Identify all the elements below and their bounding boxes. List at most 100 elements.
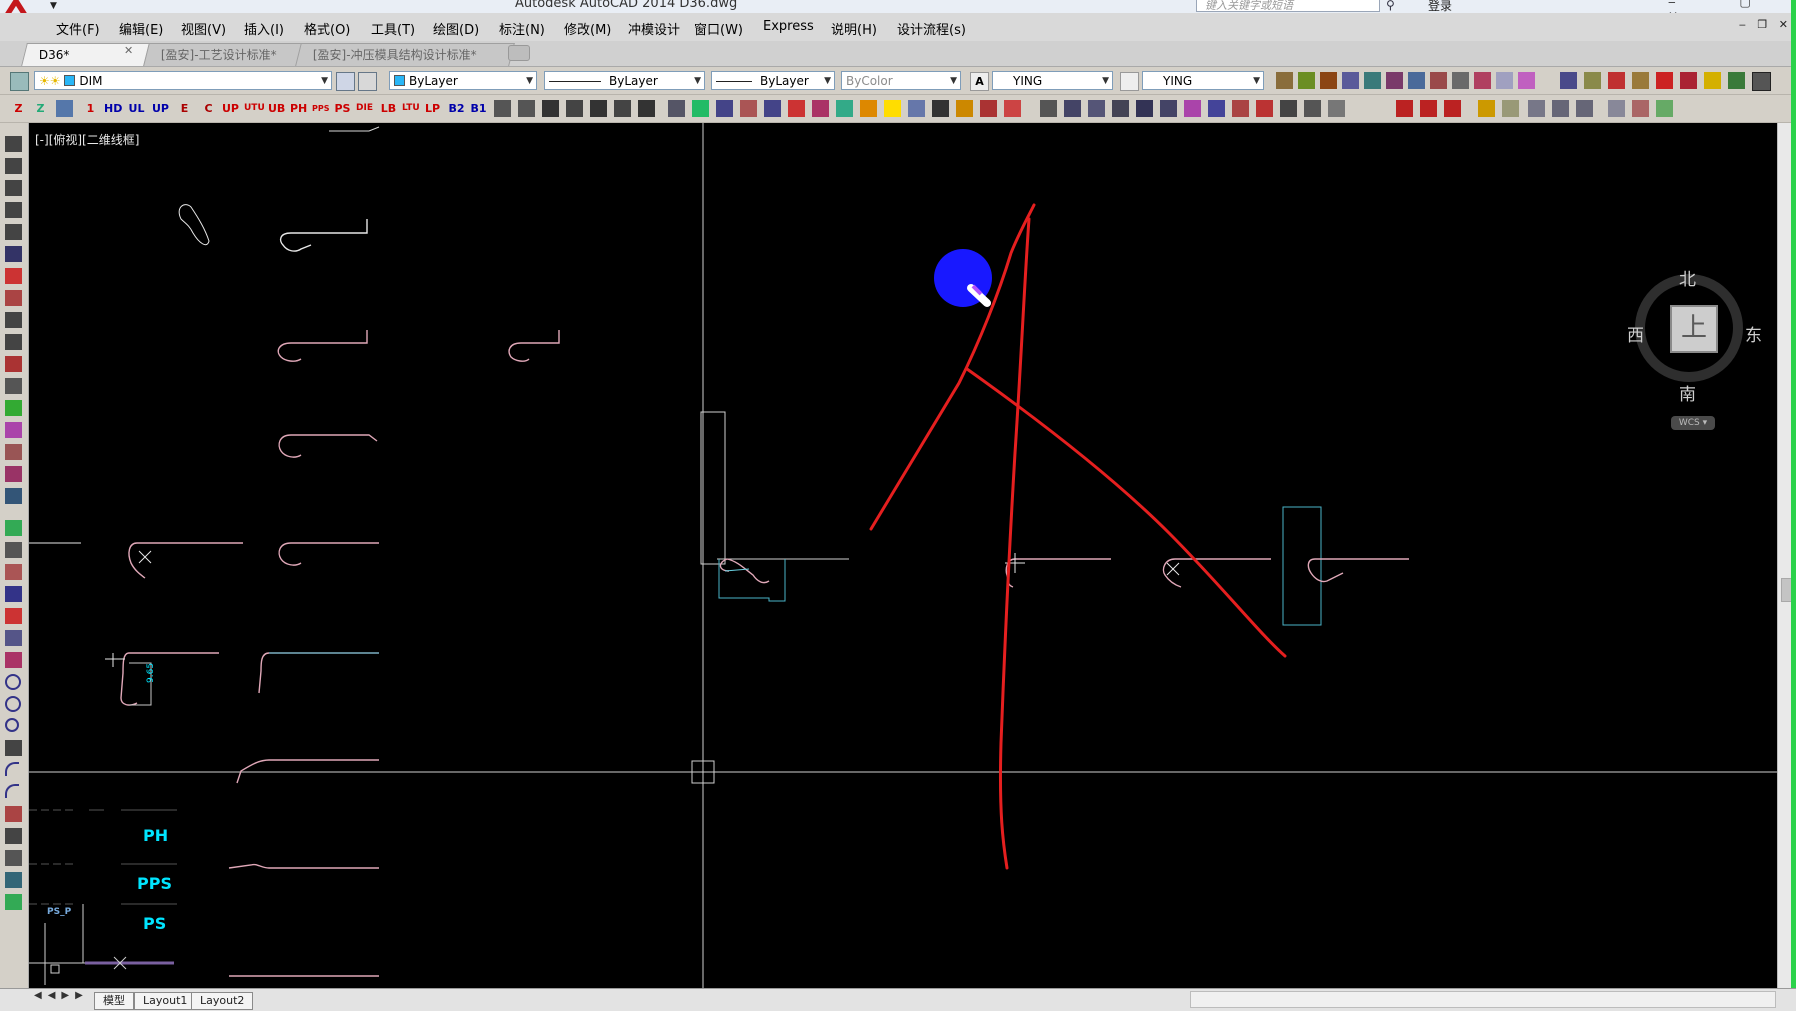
tool-icon[interactable]: [956, 100, 973, 117]
dim-style-icon[interactable]: [1120, 72, 1139, 91]
tool-icon[interactable]: [5, 652, 22, 668]
app-menu-button[interactable]: [2, 0, 30, 13]
tool-icon[interactable]: [1160, 100, 1177, 117]
menu-edit[interactable]: 编辑(E): [119, 19, 163, 38]
tool-icon[interactable]: [1728, 72, 1745, 89]
menu-help[interactable]: 说明(H): [831, 19, 877, 38]
window-controls[interactable]: ‒ ▢ ✕: [1668, 0, 1796, 13]
tool-ph-button[interactable]: PH: [290, 100, 307, 117]
tool-icon[interactable]: [5, 422, 22, 438]
tool-icon[interactable]: [5, 158, 22, 174]
tool-icon[interactable]: [1452, 72, 1469, 89]
tool-icon[interactable]: [1342, 72, 1359, 89]
tab-layout2[interactable]: Layout2: [191, 992, 254, 1010]
tab-process-standard[interactable]: [盈安]-工艺设计标准*: [143, 43, 319, 66]
drawing-canvas[interactable]: [-][俯视][二维线框] 9.65 PH PPS PS PS_P 上 北 南 …: [29, 123, 1777, 988]
tool-icon[interactable]: [1298, 72, 1315, 89]
tool-icon[interactable]: [1502, 100, 1519, 117]
menu-tools[interactable]: 工具(T): [371, 19, 415, 38]
tool-icon[interactable]: [5, 290, 22, 306]
tool-icon[interactable]: [1064, 100, 1081, 117]
tool-icon[interactable]: [1004, 100, 1021, 117]
viewcube-top[interactable]: 上: [1670, 305, 1718, 353]
menu-file[interactable]: 文件(F): [56, 19, 100, 38]
menu-insert[interactable]: 插入(I): [244, 19, 284, 38]
tool-icon[interactable]: [1364, 72, 1381, 89]
tool-icon[interactable]: [5, 356, 22, 372]
menu-draw[interactable]: 绘图(D): [433, 19, 479, 38]
tool-icon[interactable]: [1408, 72, 1425, 89]
menu-dimension[interactable]: 标注(N): [499, 19, 545, 38]
tool-icon[interactable]: [5, 136, 22, 152]
plotstyle-dropdown[interactable]: ByColor ▼: [841, 71, 961, 90]
tool-icon[interactable]: [812, 100, 829, 117]
layer-properties-icon[interactable]: [10, 72, 29, 91]
tool-icon[interactable]: [1752, 72, 1771, 91]
horizontal-scrollbar[interactable]: [1190, 991, 1776, 1008]
tool-b2-button[interactable]: B2: [448, 100, 465, 117]
tool-die-button[interactable]: DIE: [356, 100, 373, 117]
tool-icon[interactable]: [5, 400, 22, 416]
menu-modify[interactable]: 修改(M): [564, 19, 611, 38]
tool-icon[interactable]: [1304, 100, 1321, 117]
tool-icon[interactable]: [1420, 100, 1437, 117]
tool-icon[interactable]: [56, 100, 73, 117]
tool-icon[interactable]: [1632, 72, 1649, 89]
menu-express[interactable]: Express: [763, 19, 814, 34]
tool-icon[interactable]: [5, 586, 22, 602]
tool-icon[interactable]: [1560, 72, 1577, 89]
layer-dropdown[interactable]: ☀☀ DIM ▼: [34, 71, 332, 90]
arc-icon[interactable]: [5, 762, 19, 776]
viewcube-north[interactable]: 北: [1679, 265, 1696, 290]
tool-icon[interactable]: [1608, 100, 1625, 117]
circle-icon[interactable]: [5, 696, 21, 712]
tool-icon[interactable]: [5, 542, 22, 558]
tool-icon[interactable]: [5, 312, 22, 328]
tool-icon[interactable]: [5, 180, 22, 196]
tool-icon[interactable]: [1276, 72, 1293, 89]
tool-icon[interactable]: [5, 520, 22, 536]
tool-icon[interactable]: [5, 466, 22, 482]
tool-icon[interactable]: [1496, 72, 1513, 89]
tool-icon[interactable]: [5, 488, 22, 504]
tool-icon[interactable]: [1444, 100, 1461, 117]
lock-icon[interactable]: [932, 100, 949, 117]
tool-icon[interactable]: [1584, 72, 1601, 89]
document-window-controls[interactable]: ‒ ❐ ✕: [1739, 18, 1792, 31]
tool-icon[interactable]: [836, 100, 853, 117]
tool-icon[interactable]: [1232, 100, 1249, 117]
tool-icon[interactable]: [5, 246, 22, 262]
tool-icon[interactable]: [1704, 72, 1721, 89]
tool-up-button[interactable]: UP: [152, 100, 169, 117]
tool-icon[interactable]: [566, 100, 583, 117]
wcs-menu[interactable]: WCS ▾: [1671, 416, 1715, 430]
tool-icon[interactable]: [5, 894, 22, 910]
tool-icon[interactable]: [5, 224, 22, 240]
search-input[interactable]: 键入关键字或短语: [1196, 0, 1380, 12]
tool-icon[interactable]: [1184, 100, 1201, 117]
tab-model[interactable]: 模型: [94, 992, 134, 1010]
tool-ub-button[interactable]: UB: [268, 100, 285, 117]
menu-die-design[interactable]: 冲模设计: [628, 19, 680, 38]
color-dropdown[interactable]: ByLayer ▼: [389, 71, 537, 90]
tool-icon[interactable]: [1632, 100, 1649, 117]
tool-icon[interactable]: [1430, 72, 1447, 89]
menu-window[interactable]: 窗口(W): [694, 19, 743, 38]
lineweight-dropdown[interactable]: ByLayer ▼: [711, 71, 835, 90]
tool-icon[interactable]: [860, 100, 877, 117]
tool-icon[interactable]: [5, 806, 22, 822]
quick-access-dropdown-icon[interactable]: ▼: [50, 1, 57, 11]
tool-icon[interactable]: [518, 100, 535, 117]
tool-icon[interactable]: [638, 100, 655, 117]
linetype-dropdown[interactable]: ByLayer ▼: [544, 71, 705, 90]
tool-icon[interactable]: [908, 100, 925, 117]
tool-icon[interactable]: [1328, 100, 1345, 117]
tool-icon[interactable]: [5, 378, 22, 394]
binoculars-icon[interactable]: ⚲: [1386, 0, 1395, 12]
tool-icon[interactable]: [1256, 100, 1273, 117]
tool-icon[interactable]: [5, 828, 22, 844]
tool-icon[interactable]: [1386, 72, 1403, 89]
tool-icon[interactable]: [1136, 100, 1153, 117]
tool-icon[interactable]: [5, 444, 22, 460]
tool-icon[interactable]: E: [176, 100, 193, 117]
